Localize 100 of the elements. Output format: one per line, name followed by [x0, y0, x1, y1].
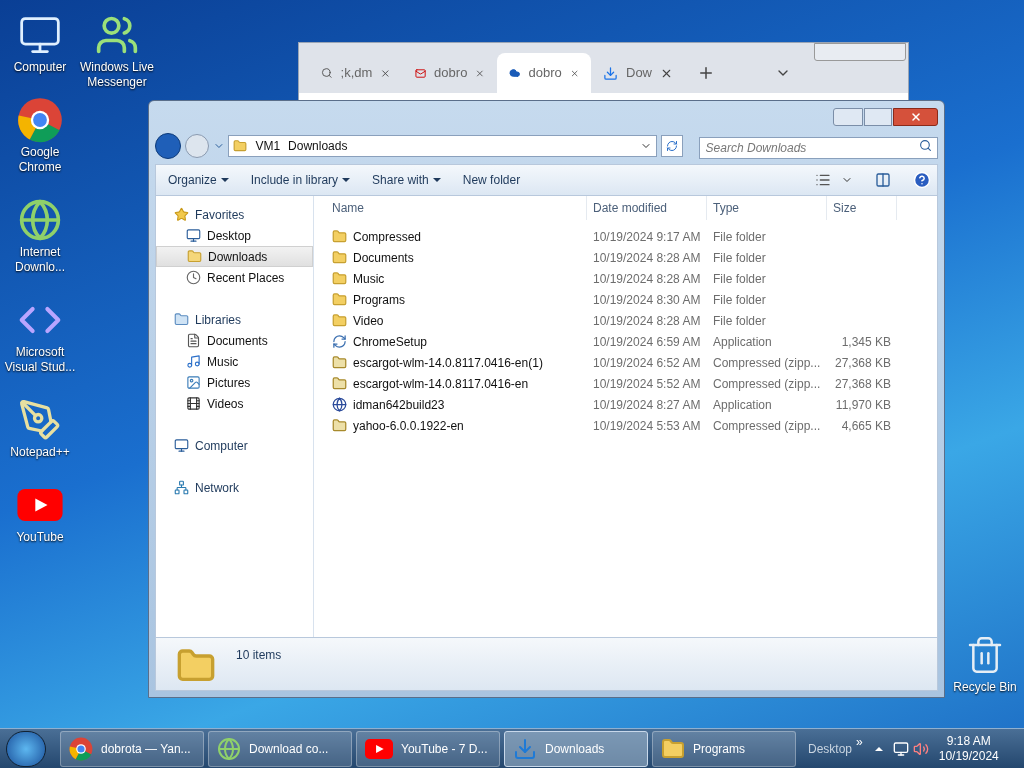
music-note-icon	[186, 354, 201, 369]
close-button[interactable]	[893, 108, 938, 126]
back-button[interactable]	[155, 133, 181, 159]
file-row[interactable]: Music 10/19/2024 8:28 AM File folder	[326, 268, 937, 289]
star-icon	[174, 207, 189, 222]
desktop-shortcut[interactable]: YouTube	[0, 480, 80, 545]
size-cell-text: 11,970 KB	[834, 396, 892, 414]
file-name: Video	[353, 312, 384, 330]
nav-item[interactable]: Downloads	[156, 246, 313, 267]
type-cell-text: File folder	[712, 228, 767, 246]
clock-icon	[186, 270, 201, 285]
chrome-logo-icon	[69, 736, 93, 761]
toolbar-button[interactable]: Share with	[366, 168, 447, 192]
taskbar-button[interactable]: Programs	[652, 730, 796, 767]
globe-icon	[18, 198, 62, 242]
taskbar-button[interactable]: YouTube - 7 D...	[356, 730, 500, 767]
desktop-shortcut[interactable]: Microsoft Visual Stud...	[0, 295, 80, 375]
minimize-button[interactable]	[833, 108, 863, 126]
date-cell-text: 10/19/2024 8:30 AM	[592, 291, 702, 309]
network-status-icon[interactable]	[892, 740, 909, 757]
help-icon[interactable]	[913, 171, 931, 189]
start-button[interactable]	[6, 730, 46, 767]
size-cell-text: 27,368 KB	[833, 375, 892, 393]
browser-tab[interactable]: dobro	[403, 53, 497, 93]
notepad-icon	[18, 398, 62, 442]
column-header[interactable]: Name	[326, 196, 587, 220]
file-row[interactable]: yahoo-6.0.0.1922-en 10/19/2024 5:53 AM Compressed (zipp... 4,665 KB	[326, 415, 937, 436]
file-row[interactable]: Documents 10/19/2024 8:28 AM File folder	[326, 247, 937, 268]
toolbar-button[interactable]: New folder	[456, 168, 527, 192]
address-bar[interactable]: VM1 Downloads	[228, 135, 657, 157]
file-row[interactable]: Video 10/19/2024 8:28 AM File folder	[326, 310, 937, 331]
file-name: idman642build23	[353, 396, 445, 414]
new-tab-icon[interactable]	[697, 64, 715, 82]
browser-tab[interactable]: Dow	[591, 53, 685, 93]
play-logo-icon	[365, 738, 393, 759]
nav-section[interactable]: Computer	[156, 435, 313, 456]
speaker-icon[interactable]	[912, 740, 929, 757]
view-options-icon[interactable]	[815, 172, 831, 188]
toolbar-button[interactable]: Organize	[162, 168, 235, 192]
column-header[interactable]: Date modified	[587, 196, 707, 220]
nav-item[interactable]: Videos	[156, 393, 313, 414]
breadcrumb-item[interactable]: Downloads	[288, 137, 348, 155]
shortcut-label: Microsoft Visual Stud...	[3, 345, 77, 375]
search-icon	[919, 139, 932, 152]
browser-tab[interactable]: ;k,dm	[309, 53, 403, 93]
file-row[interactable]: escargot-wlm-14.0.8117.0416-en 10/19/2024 5:52 AM Compressed (zipp... 27,368 KB	[326, 373, 937, 394]
date-cell-text: 10/19/2024 8:27 AM	[592, 396, 702, 414]
folder-icon	[332, 313, 347, 328]
nav-section[interactable]: Libraries	[156, 309, 313, 330]
monitor-icon	[186, 228, 201, 243]
nav-item[interactable]: Desktop	[156, 225, 313, 246]
toolbar-label[interactable]: Desktop	[808, 739, 853, 758]
type-cell-text: File folder	[712, 270, 767, 288]
chrome-logo-icon	[17, 97, 63, 143]
desktop-shortcut[interactable]: Windows Live Messenger	[77, 10, 157, 90]
browser-tab[interactable]: dobro	[497, 53, 591, 93]
desktop-shortcut[interactable]: Internet Downlo...	[0, 195, 80, 275]
file-row[interactable]: ChromeSetup 10/19/2024 6:59 AM Application 1,345 KB	[326, 331, 937, 352]
maximize-button[interactable]	[864, 108, 892, 126]
type-cell-text: Application	[712, 333, 773, 351]
column-header[interactable]: Type	[707, 196, 827, 220]
taskbar-button[interactable]: Download co...	[208, 730, 352, 767]
nav-section[interactable]: Favorites	[156, 204, 313, 225]
globe-icon	[332, 397, 347, 412]
nav-item[interactable]: Recent Places	[156, 267, 313, 288]
size-cell-text: 27,368 KB	[833, 354, 892, 372]
nav-item[interactable]: Documents	[156, 330, 313, 351]
column-header[interactable]: Size	[827, 196, 897, 220]
desktop-shortcut[interactable]: Computer	[0, 10, 80, 75]
preview-pane-icon[interactable]	[875, 172, 891, 188]
breadcrumb-item[interactable]: VM1	[255, 137, 281, 155]
file-name: escargot-wlm-14.0.8117.0416-en	[353, 375, 529, 393]
tab-title: dobro	[528, 64, 562, 83]
clock[interactable]: 9:18 AM 10/19/2024	[938, 733, 999, 764]
folder-icon	[332, 292, 347, 307]
refresh-button[interactable]	[660, 135, 683, 157]
document-icon	[186, 333, 201, 348]
search-field[interactable]: Search Downloads	[698, 137, 938, 159]
size-cell-text: 4,665 KB	[840, 417, 892, 435]
nav-item[interactable]: Pictures	[156, 372, 313, 393]
file-name: escargot-wlm-14.0.8117.0416-en(1)	[353, 354, 543, 372]
desktop-shortcut[interactable]: Recycle Bin	[945, 630, 1024, 695]
file-row[interactable]: Programs 10/19/2024 8:30 AM File folder	[326, 289, 937, 310]
file-name: Documents	[353, 249, 414, 267]
date-cell-text: 10/19/2024 8:28 AM	[592, 249, 702, 267]
toolbar-chevron[interactable]: »	[856, 732, 863, 751]
file-name: Programs	[353, 291, 405, 309]
file-row[interactable]: Compressed 10/19/2024 9:17 AM File folder	[326, 226, 937, 247]
desktop-shortcut[interactable]: Notepad++	[0, 395, 80, 460]
tab-title: ;k,dm	[340, 64, 373, 83]
file-row[interactable]: idman642build23 10/19/2024 8:27 AM Application 11,970 KB	[326, 394, 937, 415]
taskbar-button[interactable]: dobrota — Yan...	[60, 730, 204, 767]
show-hidden-icons-icon[interactable]	[874, 746, 883, 751]
nav-section[interactable]: Network	[156, 477, 313, 498]
shortcut-label: Recycle Bin	[953, 680, 1017, 695]
toolbar-button[interactable]: Include in library	[244, 168, 357, 192]
desktop-shortcut[interactable]: Google Chrome	[0, 95, 80, 175]
nav-item[interactable]: Music	[156, 351, 313, 372]
file-row[interactable]: escargot-wlm-14.0.8117.0416-en(1) 10/19/2024 6:52 AM Compressed (zipp... 27,368 KB	[326, 352, 937, 373]
clock-time: 9:18 AM	[946, 733, 991, 749]
